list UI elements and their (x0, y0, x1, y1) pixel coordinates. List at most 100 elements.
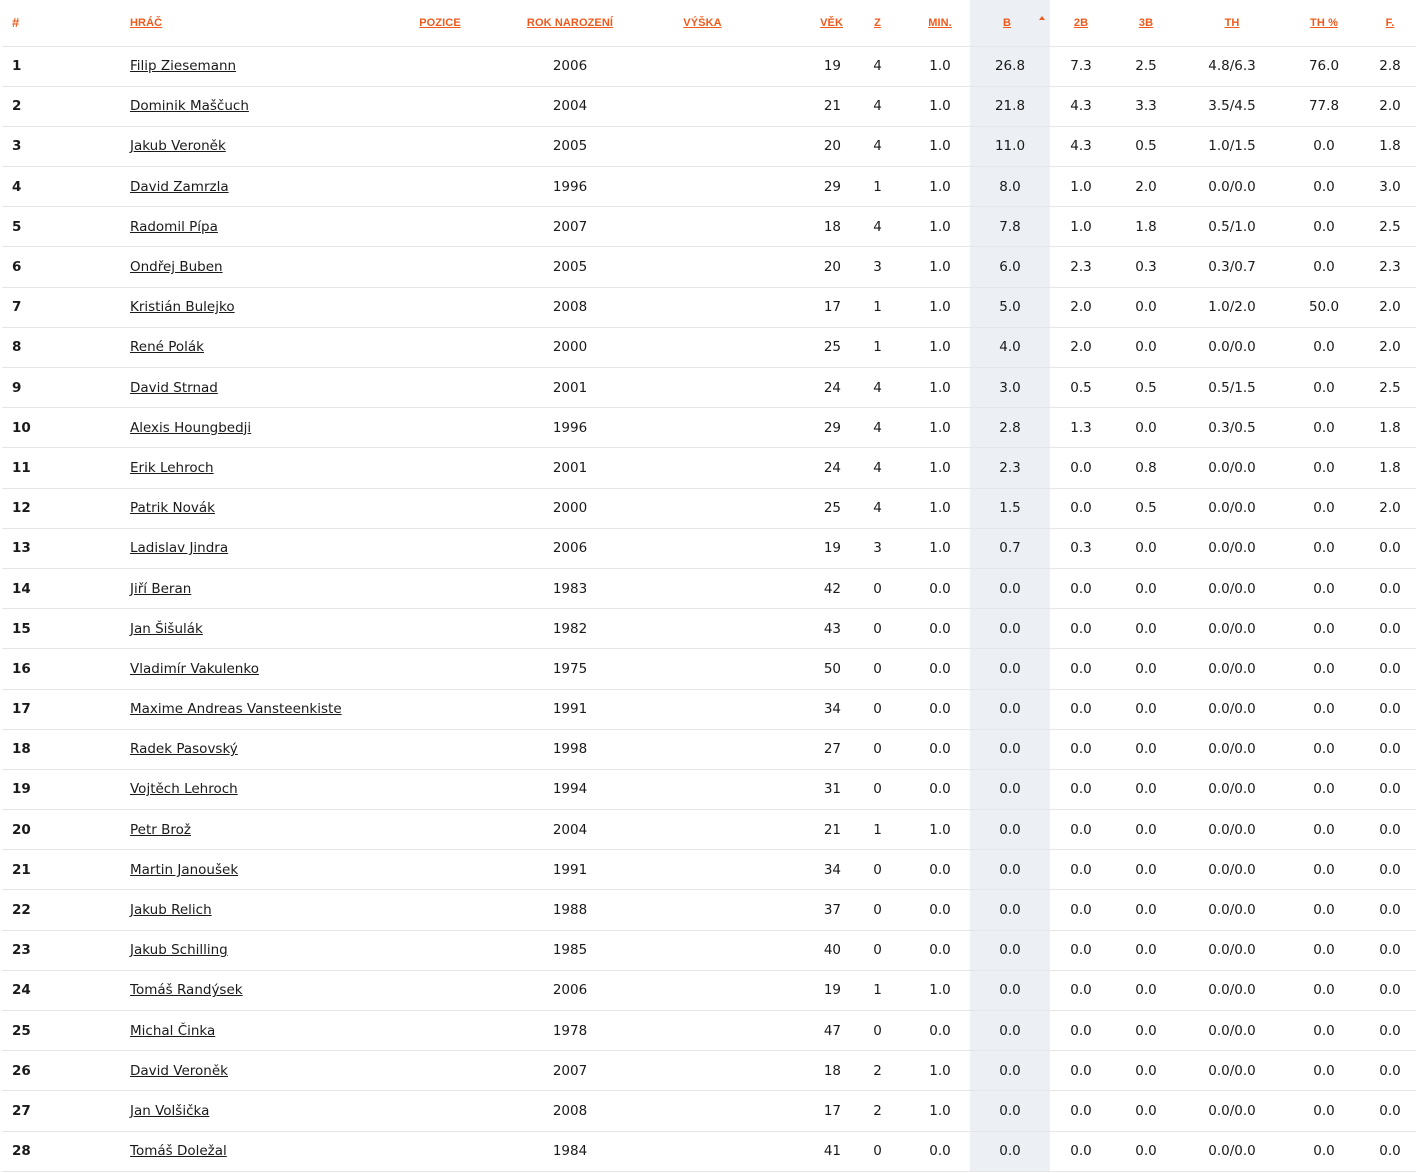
player-name-link[interactable]: Tomáš Randýsek (130, 982, 243, 998)
cell-minutes: 1.0 (910, 126, 970, 168)
cell-player-name: Petr Brož (60, 809, 390, 851)
cell-minutes: 1.0 (910, 407, 970, 449)
cell-free-throw-pct: 0.0 (1284, 769, 1364, 811)
cell-birth-year: 1996 (490, 407, 650, 449)
cell-free-throw-pct: 0.0 (1284, 166, 1364, 208)
column-header-height[interactable]: VÝŠKA (650, 0, 755, 47)
column-header-games[interactable]: Z (845, 0, 910, 47)
cell-player-name: Patrik Novák (60, 488, 390, 529)
column-header-free-throws[interactable]: TH (1180, 0, 1284, 47)
cell-age: 41 (755, 1131, 845, 1172)
cell-free-throws: 0.0/0.0 (1180, 930, 1284, 971)
cell-player-name: David Strnad (60, 367, 390, 409)
table-row: 6 Ondřej Buben 2005 20 3 1.0 6.0 2.3 0.3 0.3/0.7 0… (2, 246, 1416, 288)
cell-free-throw-pct: 0.0 (1284, 689, 1364, 730)
table-body: 1 Filip Ziesemann 2006 19 4 1.0 26.8 7.3 2.5 4.8/… (2, 46, 1416, 1172)
player-name-link[interactable]: Jakub Schilling (130, 942, 228, 958)
cell-three-pointers: 2.0 (1112, 166, 1180, 208)
cell-birth-year: 2000 (490, 327, 650, 369)
cell-three-pointers: 0.5 (1112, 126, 1180, 168)
column-header-age[interactable]: VĚK (755, 0, 845, 47)
player-name-link[interactable]: Ondřej Buben (130, 259, 223, 275)
cell-height (650, 407, 755, 449)
cell-position (390, 287, 490, 328)
player-name-link[interactable]: Maxime Andreas Vansteenkiste (130, 701, 342, 717)
column-header-position[interactable]: POZICE (390, 0, 490, 47)
cell-height (650, 287, 755, 328)
column-header-player[interactable]: HRÁČ (60, 0, 390, 47)
player-name-link[interactable]: Martin Janoušek (130, 862, 238, 878)
cell-points: 6.0 (970, 246, 1050, 288)
cell-two-pointers: 1.3 (1050, 407, 1112, 449)
player-name-link[interactable]: Jan Šišulák (130, 621, 203, 637)
cell-free-throw-pct: 77.8 (1284, 86, 1364, 127)
cell-player-name: Filip Ziesemann (60, 46, 390, 87)
cell-birth-year: 2006 (490, 970, 650, 1012)
player-name-link[interactable]: Filip Ziesemann (130, 58, 236, 74)
cell-rank: 23 (2, 930, 60, 971)
column-header-rank[interactable]: # (2, 0, 60, 47)
cell-three-pointers: 0.3 (1112, 246, 1180, 288)
cell-age: 19 (755, 46, 845, 87)
player-name-link[interactable]: Michal Činka (130, 1023, 215, 1039)
cell-player-name: Jakub Schilling (60, 930, 390, 971)
player-name-link[interactable]: Tomáš Doležal (130, 1143, 227, 1159)
player-name-link[interactable]: Petr Brož (130, 822, 191, 838)
cell-three-pointers: 1.8 (1112, 206, 1180, 248)
cell-games: 4 (845, 407, 910, 449)
table-row: 15 Jan Šišulák 1982 43 0 0.0 0.0 0.0 0.0 0.0/0.0 0… (2, 608, 1416, 650)
player-name-link[interactable]: Jan Volšička (130, 1103, 209, 1119)
cell-rank: 1 (2, 46, 60, 87)
cell-points: 0.0 (970, 889, 1050, 931)
cell-position (390, 1050, 490, 1092)
cell-points: 2.8 (970, 407, 1050, 449)
player-name-link[interactable]: David Strnad (130, 380, 218, 396)
cell-three-pointers: 0.0 (1112, 689, 1180, 730)
player-name-link[interactable]: Vojtěch Lehroch (130, 781, 238, 797)
cell-free-throw-pct: 0.0 (1284, 528, 1364, 569)
column-header-three-pointers[interactable]: 3B (1112, 0, 1180, 47)
column-header-free-throw-pct[interactable]: TH % (1284, 0, 1364, 47)
player-name-link[interactable]: René Polák (130, 339, 204, 355)
player-name-link[interactable]: Radomil Pípa (130, 219, 218, 235)
player-name-link[interactable]: Jakub Veroněk (130, 138, 226, 154)
cell-position (390, 528, 490, 569)
player-name-link[interactable]: Dominik Maščuch (130, 98, 249, 114)
column-header-two-pointers[interactable]: 2B (1050, 0, 1112, 47)
player-name-link[interactable]: Ladislav Jindra (130, 540, 228, 556)
column-header-birth-year[interactable]: ROK NAROZENÍ (490, 0, 650, 47)
player-name-link[interactable]: Vladimír Vakulenko (130, 661, 259, 677)
player-name-link[interactable]: Kristián Bulejko (130, 299, 235, 315)
cell-birth-year: 2005 (490, 246, 650, 288)
cell-fouls: 0.0 (1364, 528, 1416, 569)
column-header-fouls[interactable]: F. (1364, 0, 1416, 47)
cell-age: 29 (755, 407, 845, 449)
column-header-points[interactable]: B (970, 0, 1050, 47)
cell-height (650, 729, 755, 770)
cell-two-pointers: 0.5 (1050, 367, 1112, 409)
player-name-link[interactable]: David Veroněk (130, 1063, 228, 1079)
player-name-link[interactable]: Radek Pasovský (130, 741, 238, 757)
cell-rank: 24 (2, 970, 60, 1012)
cell-height (650, 86, 755, 127)
cell-minutes: 0.0 (910, 1131, 970, 1172)
player-name-link[interactable]: Alexis Houngbedji (130, 420, 251, 436)
table-row: 25 Michal Činka 1978 47 0 0.0 0.0 0.0 0.0 0.0/0.0… (2, 1010, 1416, 1052)
cell-games: 4 (845, 447, 910, 489)
cell-free-throw-pct: 0.0 (1284, 930, 1364, 971)
player-name-link[interactable]: Erik Lehroch (130, 460, 214, 476)
player-name-link[interactable]: Patrik Novák (130, 500, 215, 516)
cell-rank: 25 (2, 1010, 60, 1052)
cell-rank: 21 (2, 849, 60, 891)
cell-height (650, 327, 755, 369)
table-row: 19 Vojtěch Lehroch 1994 31 0 0.0 0.0 0.0 0.0 0.0/… (2, 769, 1416, 811)
player-name-link[interactable]: David Zamrzla (130, 179, 229, 195)
player-name-link[interactable]: Jiří Beran (130, 581, 191, 597)
cell-minutes: 0.0 (910, 648, 970, 690)
cell-free-throws: 0.0/0.0 (1180, 166, 1284, 208)
cell-fouls: 2.0 (1364, 488, 1416, 529)
player-name-link[interactable]: Jakub Relich (130, 902, 212, 918)
column-header-minutes[interactable]: MIN. (910, 0, 970, 47)
table-row: 8 René Polák 2000 25 1 1.0 4.0 2.0 0.0 0.0/0.0 0.0… (2, 327, 1416, 369)
cell-fouls: 2.3 (1364, 246, 1416, 288)
